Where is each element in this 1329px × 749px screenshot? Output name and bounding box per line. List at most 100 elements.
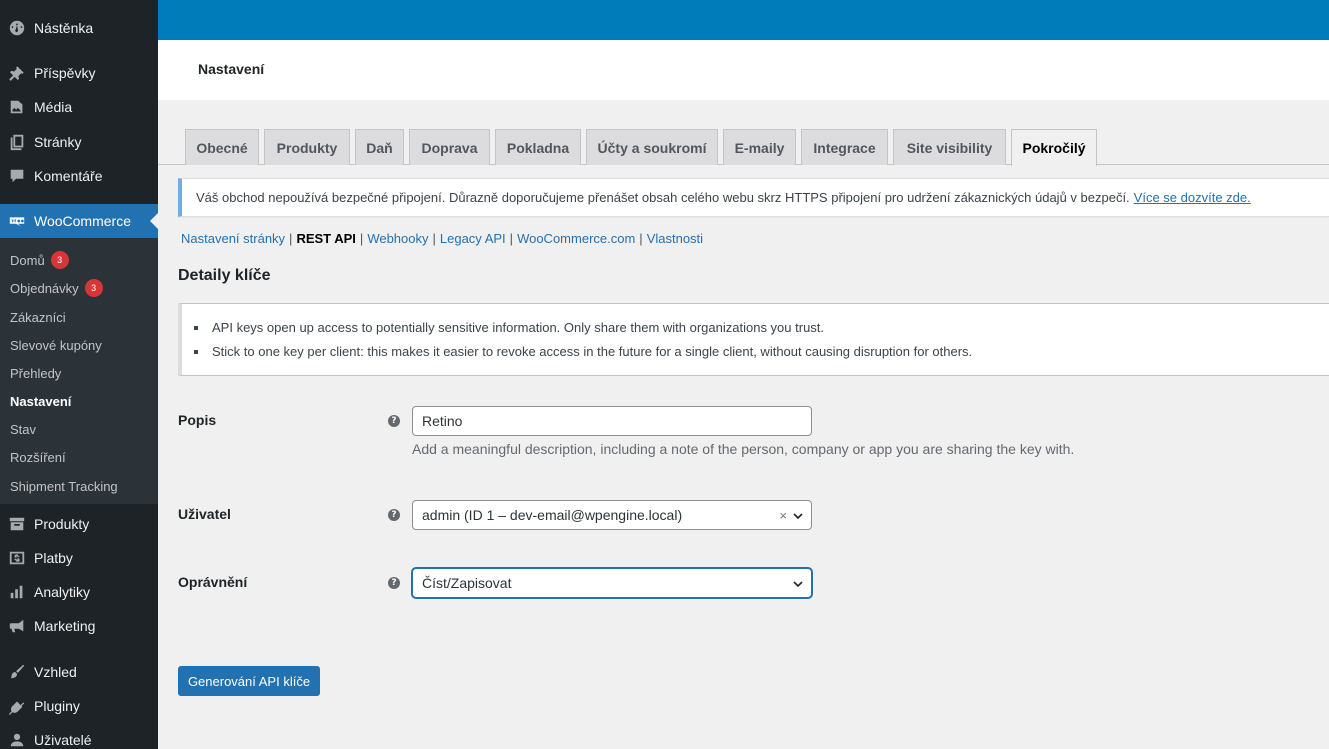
help-icon[interactable]: ? <box>388 577 400 589</box>
submenu-item-shipment-tracking[interactable]: Shipment Tracking <box>10 476 118 496</box>
api-key-info-box: API keys open up access to potentially s… <box>178 303 1329 376</box>
paintbrush-icon <box>0 663 34 681</box>
bullet <box>194 349 198 354</box>
tab-products[interactable]: Produkty <box>264 129 350 165</box>
menu-label: Komentáře <box>34 168 103 184</box>
count-badge: 3 <box>50 251 69 269</box>
submenu-item-status[interactable]: Stav <box>10 419 36 439</box>
subnav-separator: | <box>432 230 436 246</box>
menu-item-woocommerce[interactable]: WooCommerce <box>0 204 158 238</box>
page-title: Nastavení <box>198 61 265 77</box>
tab-shipping[interactable]: Doprava <box>409 129 490 165</box>
info-text: Stick to one key per client: this makes … <box>212 344 973 359</box>
menu-item-posts[interactable]: Příspěvky <box>0 56 158 90</box>
menu-label: Pluginy <box>34 698 80 714</box>
menu-label: Uživatelé <box>34 732 92 748</box>
menu-label: Stránky <box>34 134 82 150</box>
tab-accounts-privacy[interactable]: Účty a soukromí <box>586 129 718 165</box>
menu-item-dashboard[interactable]: Nástěnka <box>0 11 158 45</box>
submenu-item-coupons[interactable]: Slevové kupóny <box>10 335 102 355</box>
submenu-item-home[interactable]: Domů 3 <box>10 250 69 270</box>
comment-icon <box>0 167 34 185</box>
user-select[interactable]: admin (ID 1 – dev-email@wpengine.local) … <box>412 500 812 530</box>
tab-integration[interactable]: Integrace <box>801 129 888 165</box>
subnav-page-setup[interactable]: Nastavení stránky <box>181 231 285 246</box>
count-badge: 3 <box>84 279 103 297</box>
tab-checkout[interactable]: Pokladna <box>495 129 581 165</box>
menu-item-comments[interactable]: Komentáře <box>0 159 158 193</box>
menu-item-marketing[interactable]: Marketing <box>0 609 158 643</box>
menu-label: Platby <box>34 550 73 566</box>
menu-item-users[interactable]: Uživatelé <box>0 723 158 749</box>
subnav-legacy-api[interactable]: Legacy API <box>440 231 506 246</box>
submenu-label: Objednávky <box>10 280 79 296</box>
submenu-item-customers[interactable]: Zákazníci <box>10 307 66 327</box>
description-input[interactable]: Retino <box>412 406 812 436</box>
clear-selection-icon[interactable]: × <box>779 508 787 523</box>
menu-item-payments[interactable]: Platby <box>0 541 158 575</box>
permissions-label: Oprávnění <box>178 574 248 590</box>
menu-label: WooCommerce <box>34 213 131 229</box>
menu-item-media[interactable]: Média <box>0 90 158 124</box>
pages-icon <box>0 133 34 151</box>
chevron-down-icon <box>793 581 803 588</box>
page-header: Nastavení <box>158 40 1329 100</box>
subnav-separator: | <box>359 230 364 246</box>
subnav-rest-api[interactable]: REST API <box>296 231 355 246</box>
menu-item-appearance[interactable]: Vzhled <box>0 655 158 689</box>
subnav-webhooks[interactable]: Webhooky <box>367 231 428 246</box>
plugin-icon <box>0 697 34 715</box>
admin-top-bar <box>158 0 1329 40</box>
menu-item-pages[interactable]: Stránky <box>0 125 158 159</box>
menu-item-plugins[interactable]: Pluginy <box>0 689 158 723</box>
menu-label: Produkty <box>34 516 90 532</box>
subnav-features[interactable]: Vlastnosti <box>647 231 703 246</box>
description-help-text: Add a meaningful description, including … <box>412 441 1075 457</box>
notice-text: Váš obchod nepoužívá bezpečné připojení.… <box>196 190 1130 205</box>
subnav-separator: | <box>289 230 293 246</box>
menu-label: Média <box>34 99 73 115</box>
chevron-down-icon[interactable] <box>792 510 804 522</box>
advanced-subnav: Nastavení stránky | REST API | Webhooky … <box>181 230 703 246</box>
user-select-value: admin (ID 1 – dev-email@wpengine.local) <box>422 507 683 523</box>
user-icon <box>0 731 34 749</box>
menu-label: Příspěvky <box>34 65 96 81</box>
active-menu-arrow <box>150 213 158 229</box>
description-label: Popis <box>178 412 217 428</box>
dollar-icon <box>0 549 34 567</box>
menu-label: Analytiky <box>34 584 91 600</box>
tab-emails[interactable]: E-maily <box>723 129 796 165</box>
menu-item-products[interactable]: Produkty <box>0 507 158 541</box>
subnav-separator: | <box>509 230 514 246</box>
submenu-item-orders[interactable]: Objednávky 3 <box>10 278 103 298</box>
info-text: API keys open up access to potentially s… <box>212 320 825 335</box>
admin-sidebar: Nástěnka Příspěvky Média Stránky Komentá… <box>0 0 158 749</box>
woocommerce-submenu: Domů 3 Objednávky 3 Zákazníci Slevové ku… <box>0 238 158 504</box>
submenu-item-reports[interactable]: Přehledy <box>10 363 61 383</box>
chart-bars-icon <box>0 583 34 601</box>
tab-general[interactable]: Obecné <box>185 129 259 165</box>
media-icon <box>0 98 34 116</box>
permissions-select[interactable]: Číst/Zapisovat <box>412 568 812 598</box>
help-icon[interactable]: ? <box>388 415 400 427</box>
tab-advanced[interactable]: Pokročilý <box>1011 129 1097 166</box>
user-label: Uživatel <box>178 506 231 522</box>
pin-icon <box>0 64 34 82</box>
permissions-select-value: Číst/Zapisovat <box>422 575 512 591</box>
tab-tax[interactable]: Daň <box>355 129 404 165</box>
menu-label: Nástěnka <box>34 20 94 36</box>
menu-item-analytics[interactable]: Analytiky <box>0 575 158 609</box>
help-icon[interactable]: ? <box>388 509 400 521</box>
description-value: Retino <box>422 413 463 429</box>
subnav-separator: | <box>639 230 643 246</box>
tab-site-visibility[interactable]: Site visibility <box>893 129 1006 165</box>
menu-label: Vzhled <box>34 664 77 680</box>
submenu-item-settings[interactable]: Nastavení <box>10 391 71 411</box>
bullet <box>194 325 198 330</box>
submenu-item-extensions[interactable]: Rozšíření <box>10 447 66 467</box>
generate-api-key-button[interactable]: Generování API klíče <box>178 666 320 696</box>
subnav-woocommerce-com[interactable]: WooCommerce.com <box>517 231 635 246</box>
settings-tabs: Obecné Produkty Daň Doprava Pokladna Účt… <box>158 128 1329 166</box>
notice-learn-more-link[interactable]: Více se dozvíte zde. <box>1134 190 1251 205</box>
woocommerce-icon <box>0 212 34 230</box>
